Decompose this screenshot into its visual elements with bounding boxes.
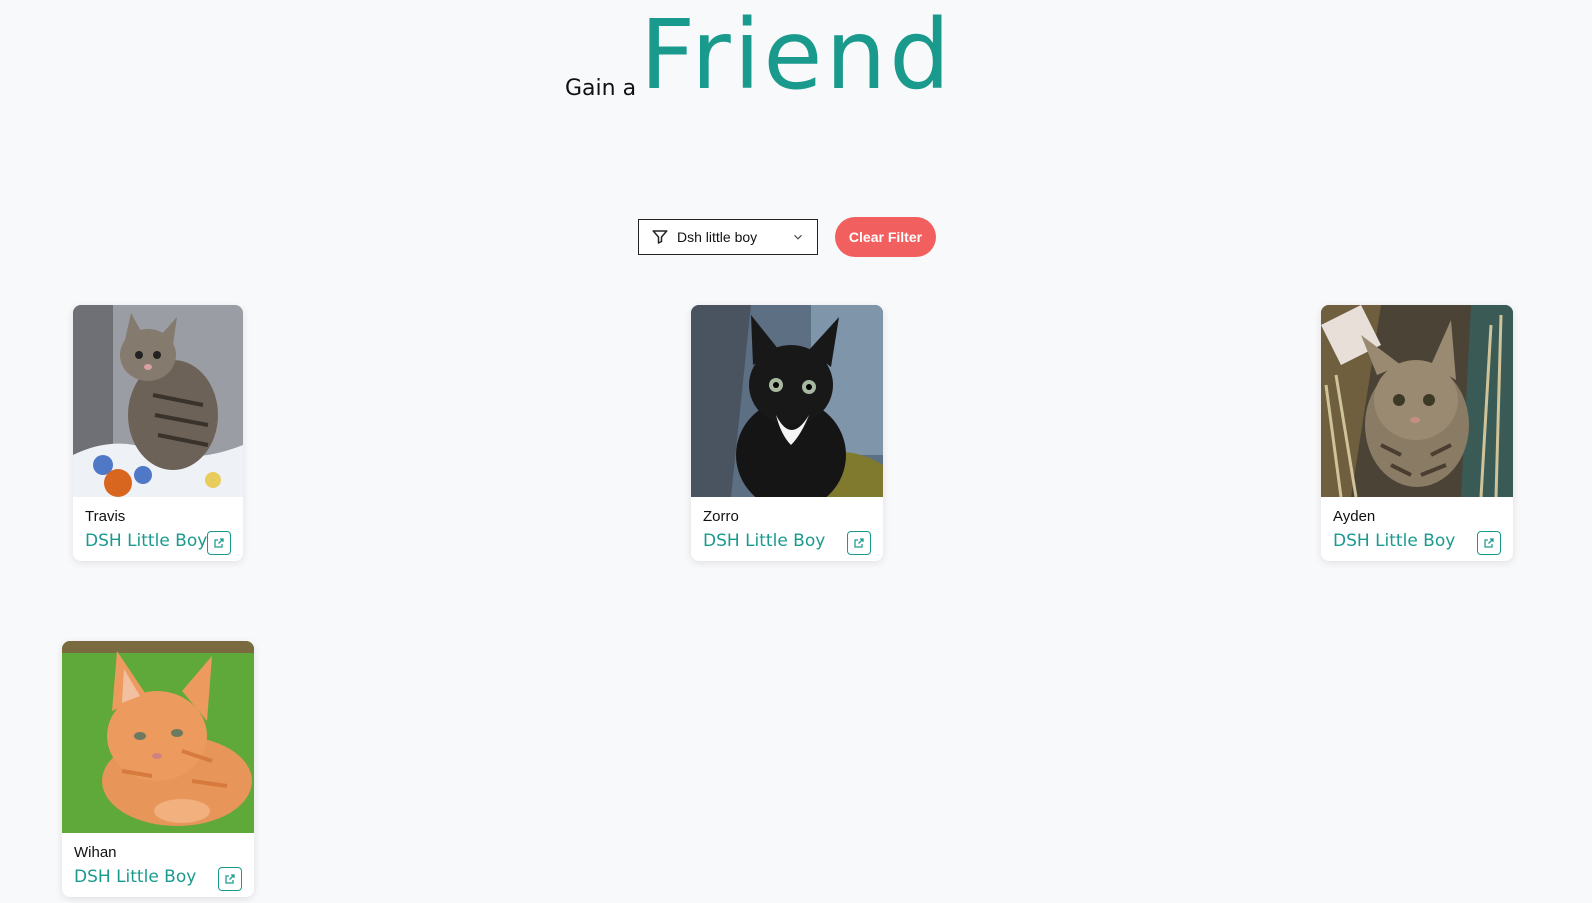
pet-photo[interactable]	[73, 305, 243, 497]
pet-name: Zorro	[703, 508, 739, 525]
pet-name: Ayden	[1333, 508, 1376, 525]
breed-filter-select[interactable]: Dsh little boy	[638, 219, 818, 255]
pet-photo[interactable]	[691, 305, 883, 497]
pet-photo[interactable]	[1321, 305, 1513, 497]
pet-card[interactable]: Ayden DSH Little Boy	[1321, 305, 1513, 561]
pet-card[interactable]: Travis DSH Little Boy	[73, 305, 243, 561]
external-link-icon[interactable]	[218, 867, 242, 891]
external-link-icon[interactable]	[1477, 531, 1501, 555]
pet-name: Travis	[85, 508, 126, 525]
clear-filter-button[interactable]: Clear Filter	[835, 217, 936, 257]
pet-breed: DSH Little Boy	[74, 867, 197, 887]
heading-word: Friend	[640, 0, 954, 111]
filter-icon	[652, 230, 668, 244]
page: Gain a Friend Dsh little boy Clear Filte…	[0, 0, 1592, 903]
external-link-icon[interactable]	[207, 531, 231, 555]
filter-selected-value: Dsh little boy	[677, 229, 758, 245]
pet-card[interactable]: Wihan DSH Little Boy	[62, 641, 254, 897]
pet-card[interactable]: Zorro DSH Little Boy	[691, 305, 883, 561]
chevron-down-icon	[794, 234, 802, 240]
pet-breed: DSH Little Boy	[1333, 531, 1456, 551]
page-heading: Gain a Friend	[0, 0, 1592, 110]
external-link-icon[interactable]	[847, 531, 871, 555]
pet-photo[interactable]	[62, 641, 254, 833]
pet-breed: DSH Little Boy	[85, 531, 208, 551]
pet-breed: DSH Little Boy	[703, 531, 826, 551]
pet-name: Wihan	[74, 844, 117, 861]
heading-prefix: Gain a	[565, 76, 637, 101]
